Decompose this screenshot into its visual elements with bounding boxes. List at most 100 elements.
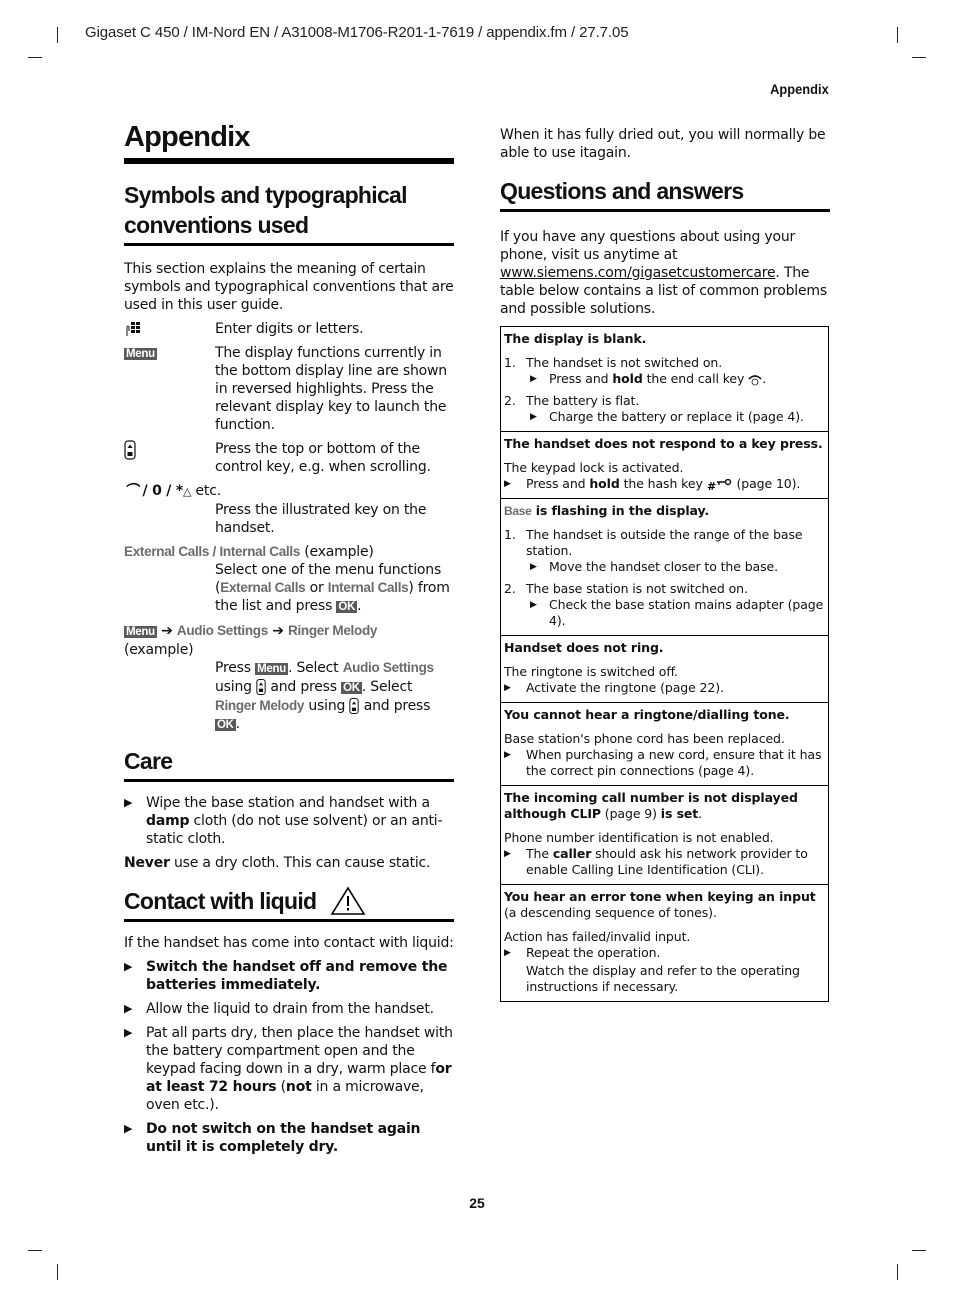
text: use a dry cloth. This can cause static. <box>169 855 431 871</box>
menu-term: External Calls <box>124 544 210 559</box>
bullet-triangle-icon: ▶ <box>504 849 511 859</box>
qa-cause: Phone number identification is not enabl… <box>504 830 774 845</box>
text: not <box>285 1079 312 1095</box>
symbol-row: ⌒ / 0 / *△ etc. Press the illustrated ke… <box>124 482 454 537</box>
text: cloth (do not use solvent) or an anti-st… <box>146 813 443 847</box>
qa-intro: If you have any questions about using yo… <box>500 228 830 318</box>
talk-key-icon: ⌒ <box>124 483 138 499</box>
control-key-icon <box>256 679 266 695</box>
example-menu-path: Menu ➔ Audio Settings ➔ Ringer Melody (e… <box>124 622 454 734</box>
qa-answer: Watch the display and refer to the opera… <box>526 963 800 994</box>
keypad-icon <box>126 322 140 336</box>
text: Switch the handset off and remove the ba… <box>146 959 448 993</box>
section-heading-care: Care <box>124 746 454 782</box>
section-heading-liquid: Contact with liquid <box>124 886 454 922</box>
crop-mark <box>57 1264 58 1280</box>
qa-answer: When purchasing a new cord, ensure that … <box>526 747 822 778</box>
liquid-bullet: ▶ Switch the handset off and remove the b… <box>124 958 454 994</box>
qa-row: The handset does not respond to a key pr… <box>501 431 828 498</box>
qa-question: You hear an error tone when keying an in… <box>504 889 816 904</box>
page-number: 25 <box>469 1195 485 1211</box>
qa-cause: The handset is outside the range of the … <box>526 527 803 558</box>
menu-term: Internal Calls <box>327 580 409 595</box>
qa-cause: The keypad lock is activated. <box>504 460 684 475</box>
liquid-bullet: ▶ Pat all parts dry, then place the hands… <box>124 1024 454 1114</box>
menu-key-label: Menu <box>124 348 157 360</box>
liquid-intro: If the handset has come into contact wit… <box>124 935 454 951</box>
crop-mark <box>28 57 42 58</box>
menu-term: Internal Calls <box>219 544 301 559</box>
bullet-triangle-icon: ▶ <box>124 1122 133 1135</box>
text: Allow the liquid to drain from the hands… <box>146 1001 434 1017</box>
bullet-triangle-icon: ▶ <box>530 412 537 422</box>
qa-question: The handset does not respond to a key pr… <box>504 436 823 451</box>
arrow-icon: ➔ <box>272 623 284 639</box>
text: Never <box>124 855 170 871</box>
text: hold <box>589 476 620 491</box>
qa-cause: The ringtone is switched off. <box>504 664 678 679</box>
symbol-desc: Press the illustrated key on the handset… <box>215 502 427 536</box>
qa-row: You hear an error tone when keying an in… <box>501 884 828 1001</box>
key-sequence: / 0 / * <box>137 483 183 499</box>
heading-text: Contact with liquid <box>124 888 317 914</box>
text: the end call key <box>642 371 749 386</box>
text: . Select <box>361 679 413 695</box>
control-key-icon <box>349 698 360 714</box>
text: or <box>305 580 328 596</box>
menu-term: Audio Settings <box>176 623 268 638</box>
right-column: When it has fully dried out, you will no… <box>500 126 830 1002</box>
menu-term: Audio Settings <box>342 660 434 675</box>
example-desc: Select one of the menu functions (Extern… <box>215 561 454 616</box>
bullet-triangle-icon: ▶ <box>530 562 537 572</box>
list-number: 1. <box>504 355 516 370</box>
symbol-row: Press the top or bottom of the control k… <box>124 440 454 476</box>
text: . <box>357 598 362 614</box>
bullet-triangle-icon: ▶ <box>124 1002 133 1015</box>
care-bullet: ▶ Wipe the base station and handset with… <box>124 794 454 848</box>
text: Pat all parts dry, then place the handse… <box>146 1025 453 1077</box>
control-key-icon <box>124 440 136 460</box>
text: is flashing in the display. <box>531 503 710 518</box>
crop-mark <box>912 57 926 58</box>
qa-cause: Base station's phone cord has been repla… <box>504 731 785 746</box>
text: Wipe the base station and handset with a <box>146 795 430 811</box>
symbol-desc: Press the top or bottom of the control k… <box>215 441 431 475</box>
bullet-triangle-icon: ▶ <box>124 796 133 809</box>
qa-row: You cannot hear a ringtone/dialling tone… <box>501 702 828 785</box>
crop-mark <box>897 1264 898 1280</box>
list-number: 2. <box>504 393 516 408</box>
bullet-triangle-icon: ▶ <box>530 374 537 384</box>
qa-row: Base is flashing in the display. 1. The h… <box>501 498 828 635</box>
symbol-desc: Enter digits or letters. <box>215 321 364 337</box>
qa-question: The incoming call number is not displaye… <box>504 790 825 822</box>
hash-key-lock-icon: # <box>707 478 731 491</box>
text: ( <box>276 1079 286 1095</box>
text: Do not switch on the handset again until… <box>146 1121 421 1155</box>
key-suffix: etc. <box>191 483 222 499</box>
menu-key-label: Menu <box>124 626 157 638</box>
text: Press and <box>526 476 590 491</box>
support-link[interactable]: www.siemens.com/gigasetcustomercare <box>500 265 776 281</box>
qa-answer: Check the base station mains adapter (pa… <box>549 597 824 628</box>
text: Press <box>215 660 256 676</box>
text: damp <box>146 813 190 829</box>
qa-question: Base is flashing in the display. <box>504 503 825 519</box>
symbols-intro: This section explains the meaning of cer… <box>124 261 454 313</box>
text: Press and <box>549 371 613 386</box>
qa-question-note: (a descending sequence of tones). <box>504 905 717 920</box>
qa-answer: Repeat the operation. <box>526 945 661 960</box>
example-desc: Press Menu. Select Audio Settings using … <box>215 659 454 734</box>
separator: / <box>209 544 220 559</box>
ok-key-label: OK <box>215 719 236 731</box>
menu-term: External Calls <box>220 580 306 595</box>
crop-mark <box>28 1250 42 1251</box>
qa-table: The display is blank. 1. The handset is n… <box>500 326 829 1002</box>
bullet-triangle-icon: ▶ <box>124 1026 133 1039</box>
bullet-triangle-icon: ▶ <box>504 683 511 693</box>
qa-question: Handset does not ring. <box>504 640 664 655</box>
crop-mark <box>897 27 898 43</box>
qa-cause: Action has failed/invalid input. <box>504 929 691 944</box>
liquid-bullet: ▶ Do not switch on the handset again unti… <box>124 1120 454 1156</box>
text: using <box>304 698 350 714</box>
qa-question: You cannot hear a ringtone/dialling tone… <box>504 707 790 722</box>
